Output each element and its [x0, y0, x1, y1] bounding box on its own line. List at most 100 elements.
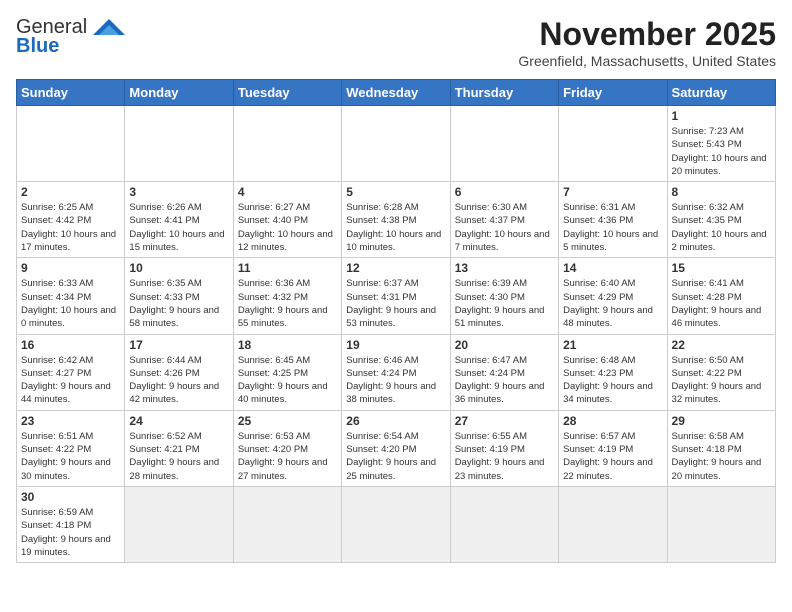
calendar-cell: 29 Sunrise: 6:58 AM Sunset: 4:18 PM Dayli…	[667, 410, 775, 486]
calendar-cell: 24 Sunrise: 6:52 AM Sunset: 4:21 PM Dayli…	[125, 410, 233, 486]
calendar-cell: 16 Sunrise: 6:42 AM Sunset: 4:27 PM Dayli…	[17, 334, 125, 410]
day-info: Sunrise: 6:25 AM Sunset: 4:42 PM Dayligh…	[21, 201, 120, 254]
day-number: 3	[129, 185, 228, 199]
day-info: Sunrise: 6:40 AM Sunset: 4:29 PM Dayligh…	[563, 277, 662, 330]
calendar-cell	[125, 106, 233, 182]
day-info: Sunrise: 6:35 AM Sunset: 4:33 PM Dayligh…	[129, 277, 228, 330]
calendar-cell: 21Sunrise: 6:48 AM Sunset: 4:23 PM Dayli…	[559, 334, 667, 410]
week-row-6: 30 Sunrise: 6:59 AM Sunset: 4:18 PM Dayli…	[17, 486, 776, 562]
day-number: 14	[563, 261, 662, 275]
calendar-cell: 27 Sunrise: 6:55 AM Sunset: 4:19 PM Dayli…	[450, 410, 558, 486]
calendar-cell: 8 Sunrise: 6:32 AM Sunset: 4:35 PM Daylig…	[667, 182, 775, 258]
day-info: Sunrise: 6:44 AM Sunset: 4:26 PM Dayligh…	[129, 354, 228, 407]
day-number: 8	[672, 185, 771, 199]
day-number: 27	[455, 414, 554, 428]
day-info: Sunrise: 6:52 AM Sunset: 4:21 PM Dayligh…	[129, 430, 228, 483]
week-row-1: 1Sunrise: 7:23 AM Sunset: 5:43 PM Daylig…	[17, 106, 776, 182]
calendar-cell: 13Sunrise: 6:39 AM Sunset: 4:30 PM Dayli…	[450, 258, 558, 334]
calendar-cell	[559, 106, 667, 182]
day-info: Sunrise: 6:39 AM Sunset: 4:30 PM Dayligh…	[455, 277, 554, 330]
day-info: Sunrise: 6:48 AM Sunset: 4:23 PM Dayligh…	[563, 354, 662, 407]
day-number: 16	[21, 338, 120, 352]
day-number: 20	[455, 338, 554, 352]
day-info: Sunrise: 6:51 AM Sunset: 4:22 PM Dayligh…	[21, 430, 120, 483]
month-title: November 2025	[518, 16, 776, 53]
calendar-cell: 18 Sunrise: 6:45 AM Sunset: 4:25 PM Dayli…	[233, 334, 341, 410]
day-info: Sunrise: 6:58 AM Sunset: 4:18 PM Dayligh…	[672, 430, 771, 483]
calendar-cell	[667, 486, 775, 562]
calendar-cell: 28 Sunrise: 6:57 AM Sunset: 4:19 PM Dayli…	[559, 410, 667, 486]
day-info: Sunrise: 6:50 AM Sunset: 4:22 PM Dayligh…	[672, 354, 771, 407]
day-number: 28	[563, 414, 662, 428]
day-number: 12	[346, 261, 445, 275]
day-number: 25	[238, 414, 337, 428]
title-area: November 2025 Greenfield, Massachusetts,…	[518, 16, 776, 69]
day-info: Sunrise: 6:54 AM Sunset: 4:20 PM Dayligh…	[346, 430, 445, 483]
week-row-5: 23Sunrise: 6:51 AM Sunset: 4:22 PM Dayli…	[17, 410, 776, 486]
calendar-cell	[233, 486, 341, 562]
calendar-cell: 11Sunrise: 6:36 AM Sunset: 4:32 PM Dayli…	[233, 258, 341, 334]
calendar-cell	[342, 486, 450, 562]
day-info: Sunrise: 6:37 AM Sunset: 4:31 PM Dayligh…	[346, 277, 445, 330]
day-info: Sunrise: 6:47 AM Sunset: 4:24 PM Dayligh…	[455, 354, 554, 407]
day-info: Sunrise: 6:57 AM Sunset: 4:19 PM Dayligh…	[563, 430, 662, 483]
calendar-cell	[17, 106, 125, 182]
day-info: Sunrise: 6:31 AM Sunset: 4:36 PM Dayligh…	[563, 201, 662, 254]
calendar-cell	[342, 106, 450, 182]
calendar-cell: 10 Sunrise: 6:35 AM Sunset: 4:33 PM Dayli…	[125, 258, 233, 334]
day-info: Sunrise: 6:33 AM Sunset: 4:34 PM Dayligh…	[21, 277, 120, 330]
logo-blue-text: Blue	[16, 35, 59, 58]
day-number: 26	[346, 414, 445, 428]
day-number: 4	[238, 185, 337, 199]
day-number: 2	[21, 185, 120, 199]
calendar-cell: 30 Sunrise: 6:59 AM Sunset: 4:18 PM Dayli…	[17, 486, 125, 562]
calendar-cell: 4 Sunrise: 6:27 AM Sunset: 4:40 PM Daylig…	[233, 182, 341, 258]
day-number: 17	[129, 338, 228, 352]
calendar-cell: 15Sunrise: 6:41 AM Sunset: 4:28 PM Dayli…	[667, 258, 775, 334]
calendar-cell: 14 Sunrise: 6:40 AM Sunset: 4:29 PM Dayli…	[559, 258, 667, 334]
day-number: 5	[346, 185, 445, 199]
week-row-4: 16 Sunrise: 6:42 AM Sunset: 4:27 PM Dayli…	[17, 334, 776, 410]
calendar-cell: 5 Sunrise: 6:28 AM Sunset: 4:38 PM Daylig…	[342, 182, 450, 258]
calendar-cell: 17 Sunrise: 6:44 AM Sunset: 4:26 PM Dayli…	[125, 334, 233, 410]
calendar-cell: 7Sunrise: 6:31 AM Sunset: 4:36 PM Daylig…	[559, 182, 667, 258]
logo-icon	[91, 17, 127, 39]
calendar-cell: 2 Sunrise: 6:25 AM Sunset: 4:42 PM Daylig…	[17, 182, 125, 258]
day-info: Sunrise: 6:26 AM Sunset: 4:41 PM Dayligh…	[129, 201, 228, 254]
day-info: Sunrise: 6:28 AM Sunset: 4:38 PM Dayligh…	[346, 201, 445, 254]
calendar-cell: 3 Sunrise: 6:26 AM Sunset: 4:41 PM Daylig…	[125, 182, 233, 258]
day-info: Sunrise: 6:59 AM Sunset: 4:18 PM Dayligh…	[21, 506, 120, 559]
day-info: Sunrise: 6:27 AM Sunset: 4:40 PM Dayligh…	[238, 201, 337, 254]
day-number: 10	[129, 261, 228, 275]
day-info: Sunrise: 6:53 AM Sunset: 4:20 PM Dayligh…	[238, 430, 337, 483]
day-info: Sunrise: 6:45 AM Sunset: 4:25 PM Dayligh…	[238, 354, 337, 407]
weekday-header-thursday: Thursday	[450, 80, 558, 106]
day-number: 9	[21, 261, 120, 275]
day-info: Sunrise: 6:55 AM Sunset: 4:19 PM Dayligh…	[455, 430, 554, 483]
location: Greenfield, Massachusetts, United States	[518, 53, 776, 69]
page-header: General Blue November 2025 Greenfield, M…	[16, 16, 776, 69]
week-row-3: 9 Sunrise: 6:33 AM Sunset: 4:34 PM Daylig…	[17, 258, 776, 334]
day-number: 6	[455, 185, 554, 199]
calendar-cell	[559, 486, 667, 562]
day-number: 29	[672, 414, 771, 428]
calendar-cell: 25 Sunrise: 6:53 AM Sunset: 4:20 PM Dayli…	[233, 410, 341, 486]
day-info: Sunrise: 6:42 AM Sunset: 4:27 PM Dayligh…	[21, 354, 120, 407]
day-number: 1	[672, 109, 771, 123]
weekday-header-row: SundayMondayTuesdayWednesdayThursdayFrid…	[17, 80, 776, 106]
calendar-cell: 6Sunrise: 6:30 AM Sunset: 4:37 PM Daylig…	[450, 182, 558, 258]
weekday-header-friday: Friday	[559, 80, 667, 106]
day-number: 30	[21, 490, 120, 504]
weekday-header-wednesday: Wednesday	[342, 80, 450, 106]
calendar-cell	[450, 106, 558, 182]
calendar-cell	[125, 486, 233, 562]
day-number: 19	[346, 338, 445, 352]
day-info: Sunrise: 6:32 AM Sunset: 4:35 PM Dayligh…	[672, 201, 771, 254]
day-number: 24	[129, 414, 228, 428]
calendar-cell: 9 Sunrise: 6:33 AM Sunset: 4:34 PM Daylig…	[17, 258, 125, 334]
calendar-cell: 26 Sunrise: 6:54 AM Sunset: 4:20 PM Dayli…	[342, 410, 450, 486]
day-number: 18	[238, 338, 337, 352]
calendar-cell	[233, 106, 341, 182]
calendar-cell: 20 Sunrise: 6:47 AM Sunset: 4:24 PM Dayli…	[450, 334, 558, 410]
day-number: 22	[672, 338, 771, 352]
